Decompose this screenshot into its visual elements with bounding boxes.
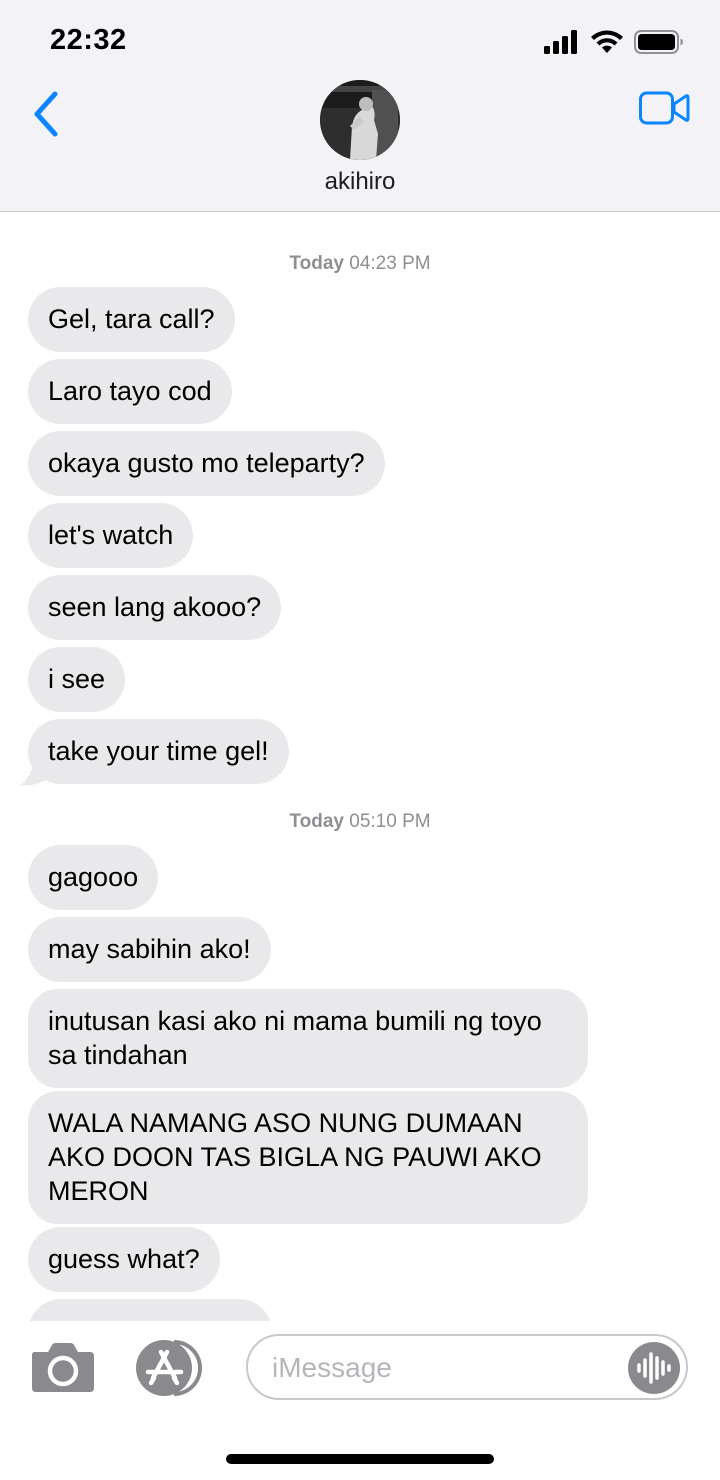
message-bubble[interactable] xyxy=(28,1299,272,1321)
message-bubble[interactable]: let's watch xyxy=(28,503,194,568)
contact-avatar[interactable] xyxy=(320,80,400,160)
message-bubble[interactable]: okaya gusto mo teleparty? xyxy=(28,431,385,496)
message-input[interactable] xyxy=(272,1348,612,1388)
avatar-photo xyxy=(320,80,400,160)
timestamp-day: Today xyxy=(289,253,344,274)
status-time: 22:32 xyxy=(50,24,127,56)
camera-button[interactable] xyxy=(30,1342,96,1394)
wifi-icon xyxy=(591,30,623,53)
message-bubble[interactable]: may sabihin ako! xyxy=(28,917,271,982)
message-bubble[interactable]: Laro tayo cod xyxy=(28,359,232,424)
message-bubble[interactable]: seen lang akooo? xyxy=(28,575,282,640)
chevron-left-icon xyxy=(34,91,58,137)
message-bubble[interactable]: inutusan kasi ako ni mama bumili ng toyo… xyxy=(28,989,588,1088)
message-thread[interactable]: Today 04:23 PM Gel, tara call? Laro tayo… xyxy=(0,213,720,1321)
conversation-header: 22:32 akihiro xyxy=(0,0,720,212)
facetime-video-button[interactable] xyxy=(638,88,690,128)
voice-message-button[interactable] xyxy=(628,1342,680,1394)
app-store-button[interactable] xyxy=(134,1338,210,1398)
signal-icon xyxy=(544,30,577,54)
message-bubble[interactable]: gagooo xyxy=(28,845,159,910)
message-input-field[interactable] xyxy=(246,1334,688,1400)
camera-icon xyxy=(32,1343,94,1392)
message-bubble[interactable]: guess what? xyxy=(28,1227,220,1292)
status-icons xyxy=(544,26,684,58)
timestamp-day: Today xyxy=(289,811,344,832)
timestamp: Today 05:10 PM xyxy=(0,811,720,833)
timestamp: Today 04:23 PM xyxy=(0,253,720,275)
timestamp-time: 05:10 PM xyxy=(349,811,431,832)
waveform-icon xyxy=(637,1352,671,1384)
timestamp-time: 04:23 PM xyxy=(349,253,431,274)
message-bubble[interactable]: i see xyxy=(28,647,126,712)
app-store-icon xyxy=(136,1340,202,1396)
home-indicator[interactable] xyxy=(226,1454,494,1464)
battery-icon xyxy=(634,30,683,54)
message-bubble[interactable]: WALA NAMANG ASO NUNG DUMAAN AKO DOON TAS… xyxy=(28,1091,588,1224)
video-camera-icon xyxy=(639,91,690,125)
contact-name[interactable]: akihiro xyxy=(0,168,720,196)
message-bubble[interactable]: take your time gel! xyxy=(28,719,289,784)
back-button[interactable] xyxy=(26,86,66,142)
message-bubble[interactable]: Gel, tara call? xyxy=(28,287,235,352)
